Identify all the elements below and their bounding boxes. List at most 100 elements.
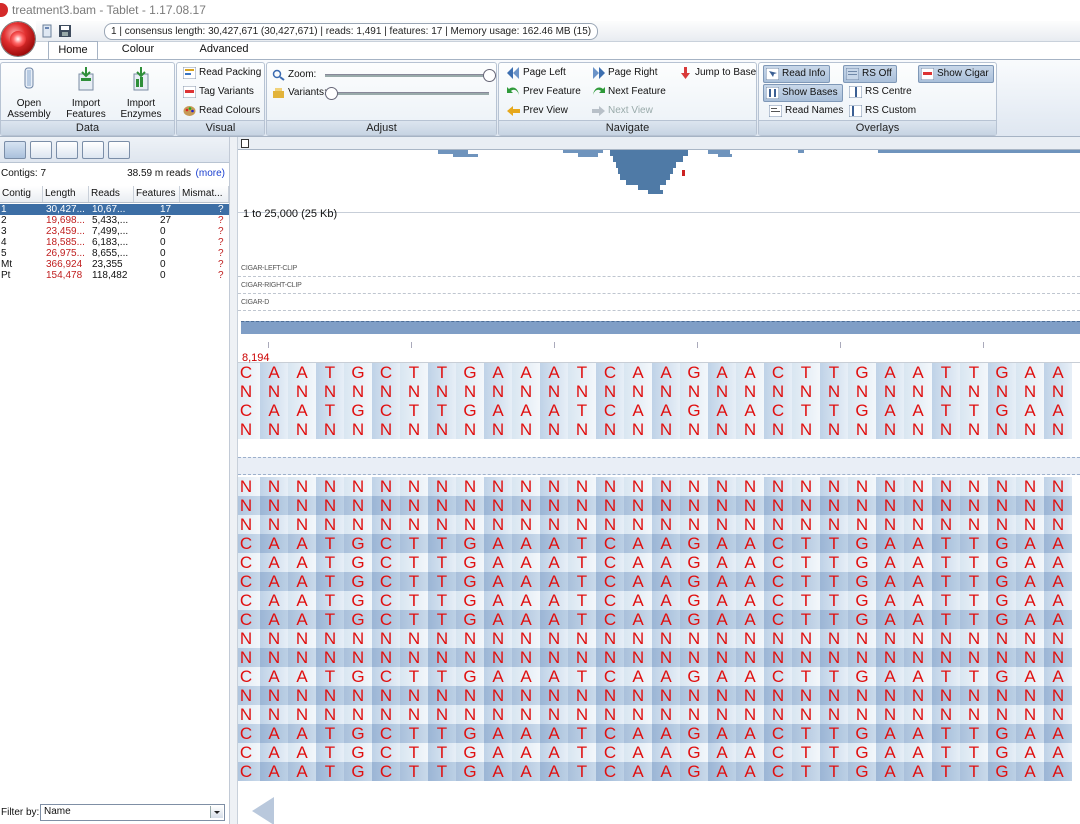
rs-custom-button[interactable]: RS Custom <box>847 103 916 119</box>
overview-window-handle[interactable] <box>241 139 249 148</box>
zoom-slider-knob[interactable] <box>483 69 496 82</box>
page-left-button[interactable]: Page Left <box>505 65 566 81</box>
base-cell: N <box>652 420 680 439</box>
show-cigar-button[interactable]: Show Cigar <box>918 65 994 83</box>
import-enzymes-button[interactable]: Import Enzymes <box>115 66 167 120</box>
base-cell: A <box>260 762 288 781</box>
read-row[interactable]: CAATGCTTGAAATCAAGAACTTGAATTGAA <box>238 591 1080 610</box>
base-cell: N <box>764 629 792 648</box>
base-cell: N <box>238 648 260 667</box>
scroll-left-arrow-icon[interactable] <box>252 797 274 824</box>
prev-feature-button[interactable]: Prev Feature <box>505 84 581 100</box>
read-packing-button[interactable]: Read Packing <box>181 65 261 81</box>
read-row-unknown[interactable]: NNNNNNNNNNNNNNNNNNNNNNNNNNNNNN <box>238 648 1080 667</box>
base-cell: G <box>680 667 708 686</box>
rs-off-button[interactable]: RS Off <box>843 65 897 83</box>
read-row[interactable]: CAATGCTTGAAATCAAGAACTTGAATTGAA <box>238 724 1080 743</box>
read-info-button[interactable]: Read Info <box>763 65 831 83</box>
base-cell: T <box>820 553 848 572</box>
read-row[interactable]: CAATGCTTGAAATCAAGAACTTGAATTGAA <box>238 572 1080 591</box>
table-row[interactable]: 3 23,459... 7,499,... 0? <box>0 226 229 237</box>
tab-home[interactable]: Home <box>48 41 98 60</box>
show-bases-button[interactable]: Show Bases <box>763 84 843 102</box>
tab-colour-schemes[interactable]: Colour Schemes <box>98 41 178 72</box>
read-row-unknown[interactable]: NNNNNNNNNNNNNNNNNNNNNNNNNNNNNN <box>238 515 1080 534</box>
search-tab-icon[interactable] <box>108 141 130 159</box>
table-row[interactable]: 2 19,698... 5,433,... 27? <box>0 215 229 226</box>
rs-off-icon <box>846 68 859 80</box>
column-reads[interactable]: Reads <box>89 186 134 202</box>
column-mismatch[interactable]: Mismat... <box>180 186 229 202</box>
jump-to-base-button[interactable]: Jump to Base <box>677 65 756 81</box>
read-row[interactable]: CAATGCTTGAAATCAAGAACTTGAATTGAA <box>238 743 1080 762</box>
filter-label: Filter by: <box>1 807 40 818</box>
base-cell: N <box>428 420 456 439</box>
open-assembly-button[interactable]: Open Assembly <box>3 66 55 120</box>
base-cell: N <box>316 648 344 667</box>
base-cell: N <box>540 648 568 667</box>
overview-canvas[interactable]: 1 to 25,000 (25 Kb) <box>238 150 1080 220</box>
read-row-unknown[interactable]: NNNNNNNNNNNNNNNNNNNNNNNNNNNNNN <box>238 420 1080 439</box>
read-row-unknown[interactable]: NNNNNNNNNNNNNNNNNNNNNNNNNNNNNN <box>238 686 1080 705</box>
cell-features: 27 <box>160 215 172 226</box>
chevron-down-icon[interactable] <box>210 806 223 818</box>
table-row[interactable]: 5 26,975... 8,655,... 0? <box>0 248 229 259</box>
tab-advanced[interactable]: Advanced <box>196 41 252 58</box>
import-features-button[interactable]: Import Features <box>60 66 112 120</box>
open-icon[interactable] <box>40 24 54 38</box>
application-menu-button[interactable] <box>1 22 35 56</box>
read-names-button[interactable]: Read Names <box>767 103 843 119</box>
read-row[interactable]: CAATGCTTGAAATCAAGAACTTGAATTGAA <box>238 762 1080 781</box>
base-cell: N <box>316 515 344 534</box>
column-features[interactable]: Features <box>134 186 180 202</box>
next-view-button[interactable]: Next View <box>590 103 653 119</box>
read-row-unknown[interactable]: NNNNNNNNNNNNNNNNNNNNNNNNNNNNNN <box>238 382 1080 401</box>
more-link[interactable]: (more) <box>196 166 225 182</box>
tag-variants-button[interactable]: Tag Variants <box>181 84 254 100</box>
save-icon[interactable] <box>58 24 72 38</box>
contigs-tab-icon[interactable] <box>4 141 26 159</box>
read-colours-button[interactable]: Read Colours <box>181 103 260 119</box>
base-cell: N <box>288 382 316 401</box>
table-row[interactable]: 1 30,427... 10,67... 17? <box>0 204 229 215</box>
next-feature-button[interactable]: Next Feature <box>590 84 666 100</box>
colours-tab-icon[interactable] <box>82 141 104 159</box>
cell-length: 30,427... <box>46 204 85 215</box>
base-cell: N <box>288 477 316 496</box>
base-cell: N <box>792 705 820 724</box>
filter-select[interactable]: Name <box>40 804 225 821</box>
base-cell: N <box>540 382 568 401</box>
column-contig[interactable]: Contig <box>0 186 43 202</box>
base-cell: A <box>904 667 932 686</box>
overview-scrollbar[interactable] <box>238 137 1080 150</box>
rs-centre-button[interactable]: RS Centre <box>847 84 912 100</box>
base-cell: N <box>792 382 820 401</box>
read-row-unknown[interactable]: NNNNNNNNNNNNNNNNNNNNNNNNNNNNNN <box>238 496 1080 515</box>
notes-tab-icon[interactable] <box>56 141 78 159</box>
base-cell: A <box>260 591 288 610</box>
table-row[interactable]: 4 18,585... 6,183,... 0? <box>0 237 229 248</box>
base-cell: N <box>484 648 512 667</box>
read-row-unknown[interactable]: NNNNNNNNNNNNNNNNNNNNNNNNNNNNNN <box>238 477 1080 496</box>
table-row[interactable]: Mt 366,924 23,355 0? <box>0 259 229 270</box>
column-length[interactable]: Length <box>43 186 89 202</box>
variants-slider-knob[interactable] <box>325 87 338 100</box>
read-row[interactable]: CAATGCTTGAAATCAAGAACTTGAATTGAA <box>238 610 1080 629</box>
base-cell: A <box>512 667 540 686</box>
prev-view-button[interactable]: Prev View <box>505 103 568 119</box>
panel-splitter[interactable] <box>230 137 238 824</box>
variants-slider[interactable] <box>325 92 489 95</box>
read-row-unknown[interactable]: NNNNNNNNNNNNNNNNNNNNNNNNNNNNNN <box>238 629 1080 648</box>
read-row[interactable]: CAATGCTTGAAATCAAGAACTTGAATTGAA <box>238 534 1080 553</box>
read-row[interactable]: CAATGCTTGAAATCAAGAACTTGAATTGAA <box>238 553 1080 572</box>
table-row[interactable]: Pt 154,478 118,482 0? <box>0 270 229 281</box>
page-right-button[interactable]: Page Right <box>590 65 657 81</box>
base-cell: N <box>764 382 792 401</box>
read-row[interactable]: CAATGCTTGAAATCAAGAACTTGAATTGAA <box>238 667 1080 686</box>
read-row[interactable]: CAATGCTTGAAATCAAGAACTTGAATTGAA <box>238 401 1080 420</box>
base-cell: A <box>260 724 288 743</box>
features-tab-icon[interactable] <box>30 141 52 159</box>
read-row-unknown[interactable]: NNNNNNNNNNNNNNNNNNNNNNNNNNNNNN <box>238 705 1080 724</box>
zoom-slider[interactable] <box>325 74 489 77</box>
read-row[interactable]: CAATGCTTGAAATCAAGAACTTGAATTGAA <box>238 363 1080 382</box>
